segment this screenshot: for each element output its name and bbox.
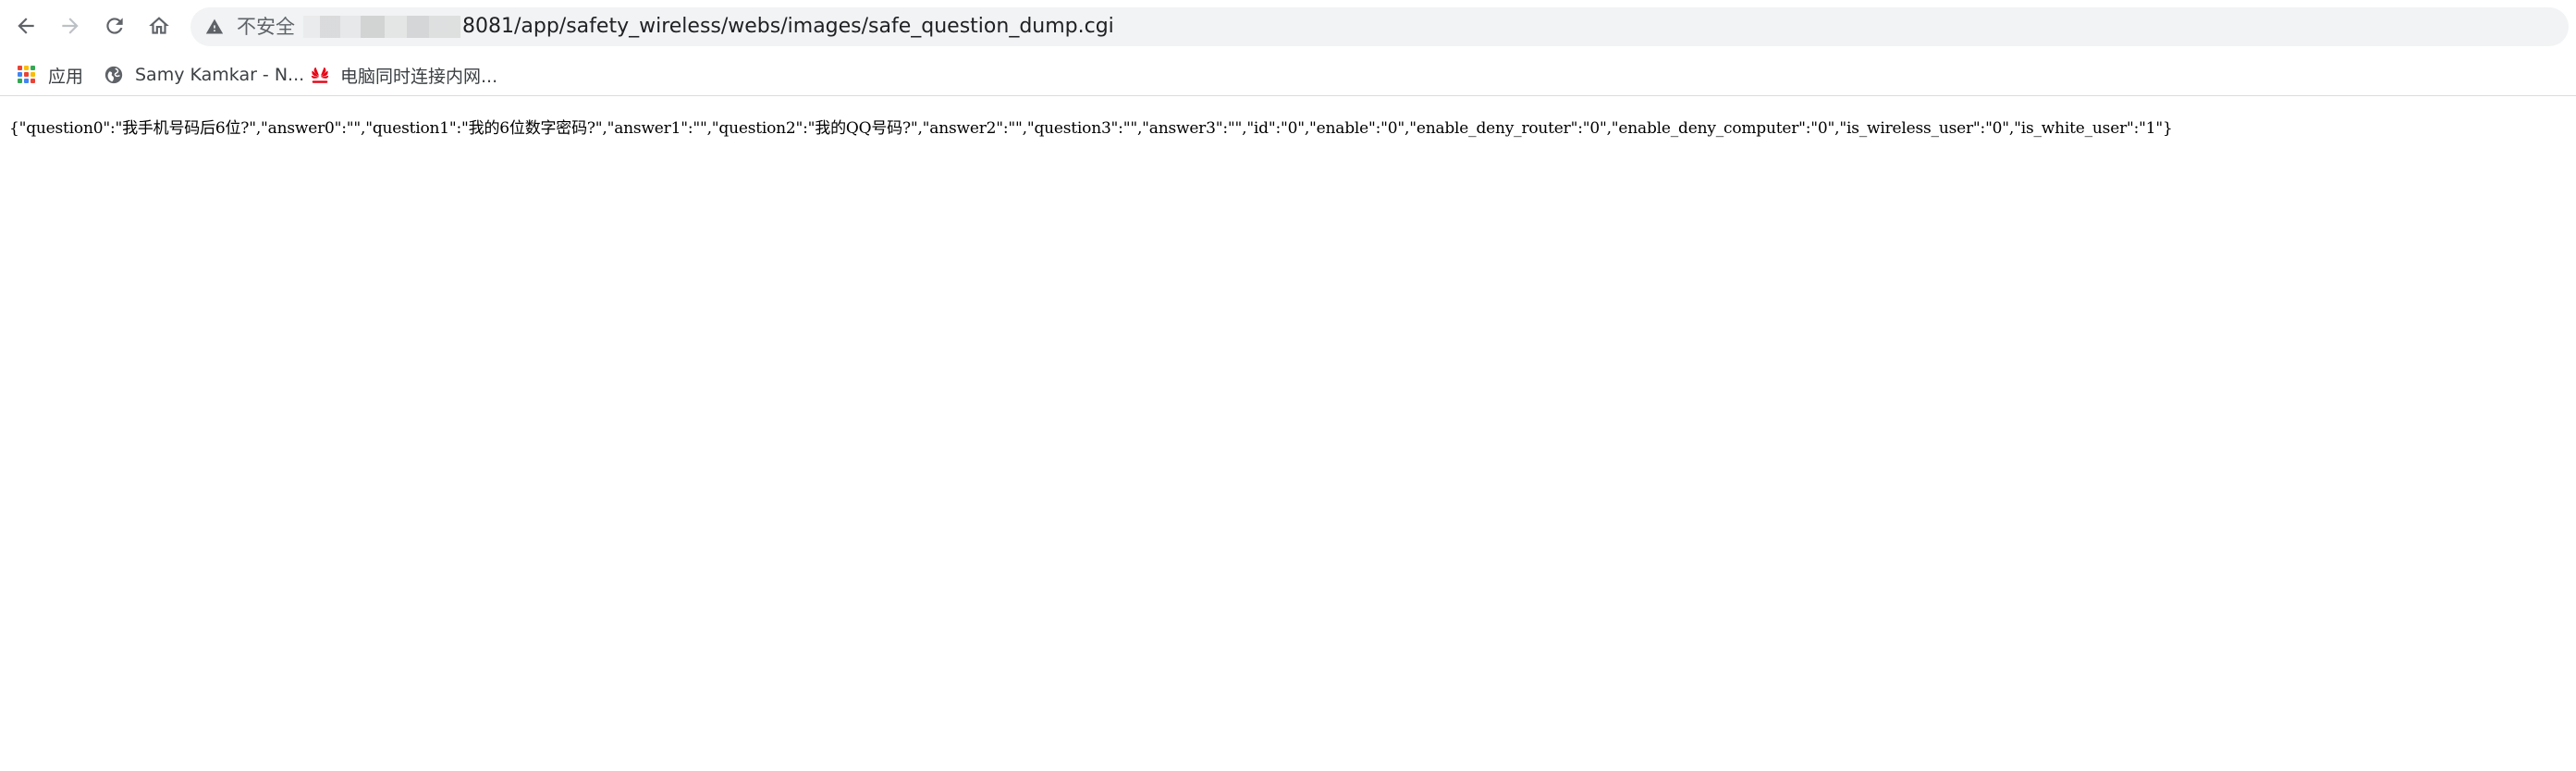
bookmark-label: 电脑同时连接内网... xyxy=(340,66,498,87)
home-button[interactable] xyxy=(141,7,178,44)
redacted-host xyxy=(303,16,460,38)
bookmark-samy-kamkar[interactable]: Samy Kamkar - N... xyxy=(104,54,304,96)
browser-toolbar: 不安全 8081/app/safety_wireless/webs/images… xyxy=(0,0,2576,54)
bookmark-apps[interactable]: 应用 xyxy=(17,54,83,96)
apps-grid-icon xyxy=(17,65,37,85)
json-response-text: {"question0":"我手机号码后6位?","answer0":"","q… xyxy=(9,119,2173,138)
address-bar[interactable]: 不安全 8081/app/safety_wireless/webs/images… xyxy=(190,7,2569,46)
reload-button[interactable] xyxy=(96,7,133,44)
back-button[interactable] xyxy=(7,7,44,44)
home-icon xyxy=(149,17,169,34)
bookmark-label: Samy Kamkar - N... xyxy=(135,65,305,85)
bookmarks-bar: 应用 Samy Kamkar - N... 电脑同时连接内网... xyxy=(0,54,2576,96)
huawei-logo-icon xyxy=(309,65,329,85)
bookmark-label: 应用 xyxy=(48,66,84,87)
url-text[interactable]: 8081/app/safety_wireless/webs/images/saf… xyxy=(462,7,1114,46)
globe-icon xyxy=(104,65,124,85)
arrow-right-icon xyxy=(62,18,79,34)
reload-icon xyxy=(106,18,123,34)
bookmark-intranet[interactable]: 电脑同时连接内网... xyxy=(309,54,497,96)
forward-button[interactable] xyxy=(52,7,89,44)
security-status-label[interactable]: 不安全 xyxy=(237,7,295,46)
warning-triangle-icon[interactable] xyxy=(205,18,224,36)
arrow-left-icon xyxy=(18,18,34,34)
